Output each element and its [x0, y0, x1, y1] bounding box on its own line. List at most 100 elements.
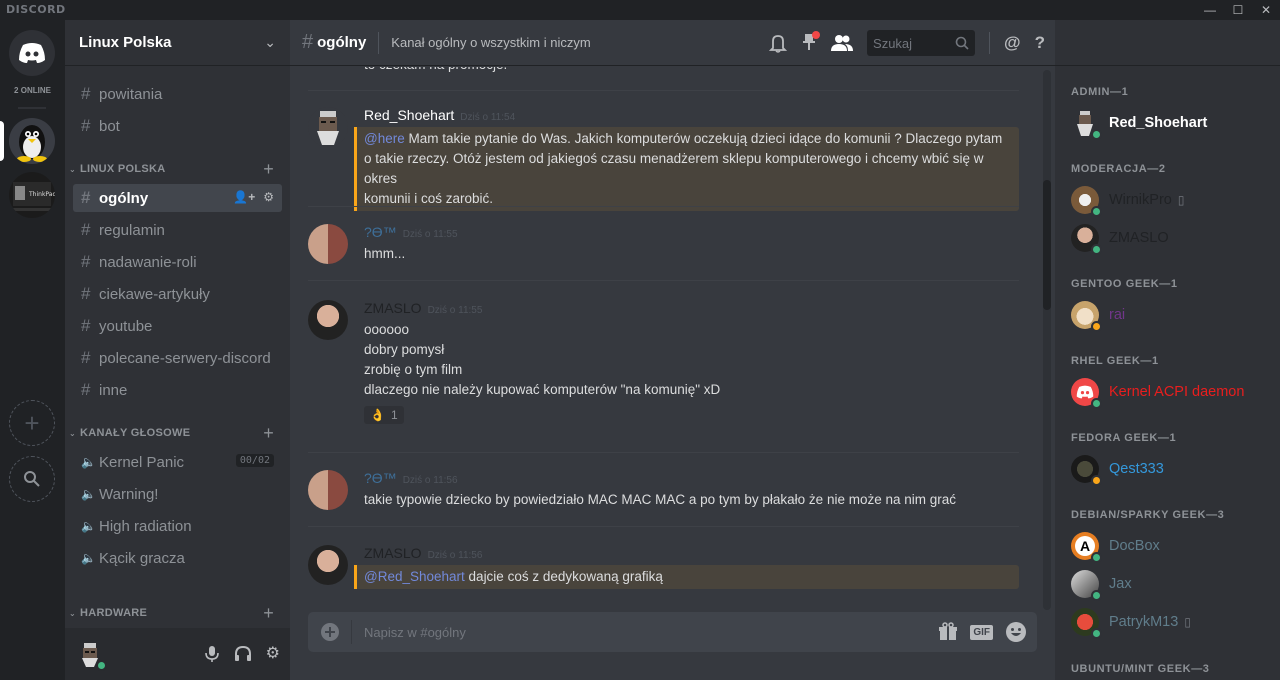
- add-server-button[interactable]: +: [9, 400, 55, 446]
- online-status-dot: [1091, 244, 1102, 255]
- mentions-icon[interactable]: @: [1004, 33, 1021, 53]
- help-icon[interactable]: ?: [1035, 33, 1045, 53]
- reaction-count: 1: [390, 408, 398, 422]
- guild-linux-polska[interactable]: [9, 118, 55, 164]
- voice-channel-kacik-gracza[interactable]: 🔈 Kącik gracza: [73, 544, 282, 572]
- gif-icon[interactable]: GIF: [970, 624, 993, 640]
- member-avatar: A: [1071, 532, 1102, 563]
- mention-user[interactable]: @Red_Shoehart: [364, 569, 465, 584]
- channel-ciekawe-artykuly[interactable]: # ciekawe-artykuły: [73, 280, 282, 308]
- member-name: DocBox: [1109, 538, 1160, 554]
- mention-here[interactable]: @here: [364, 131, 405, 146]
- channel-label: Kernel Panic: [99, 453, 185, 471]
- role-group-header: FEDORA GEEK—1: [1071, 432, 1177, 444]
- message-text: o takie rzeczy. Otóż jestem od jakiegoś …: [364, 151, 984, 186]
- search-input[interactable]: Szukaj: [867, 30, 976, 56]
- invite-member-icon[interactable]: 👤+: [233, 190, 255, 204]
- channel-label: High radiation: [99, 517, 192, 535]
- member-avatar: [1071, 224, 1102, 255]
- category-hardware[interactable]: ⌄ HARDWARE +: [69, 602, 282, 624]
- member-item[interactable]: Qest333: [1071, 452, 1164, 486]
- category-kanaly-glosowe[interactable]: ⌄ KANAŁY GŁOSOWE +: [69, 422, 282, 444]
- home-button[interactable]: [9, 30, 55, 76]
- message: ?ϴ™ Dziś o 11:55 hmm...: [308, 224, 1019, 264]
- timestamp: Dziś o 11:55: [427, 305, 483, 316]
- cat-avatar-icon: [308, 107, 348, 147]
- author-name[interactable]: ?ϴ™: [364, 470, 397, 486]
- mobile-phone-icon: ▯: [1184, 615, 1191, 629]
- author-avatar[interactable]: [308, 224, 348, 264]
- author-name[interactable]: Red_Shoehart: [364, 107, 454, 123]
- member-item[interactable]: Red_Shoehart: [1071, 106, 1207, 140]
- scrollbar-track[interactable]: [1043, 70, 1051, 610]
- member-item[interactable]: rai: [1071, 298, 1125, 332]
- member-item[interactable]: WirnikPro ▯: [1071, 183, 1184, 217]
- mention-highlight: @Red_Shoehart dajcie coś z dedykowaną gr…: [354, 565, 1019, 589]
- channel-youtube[interactable]: # youtube: [73, 312, 282, 340]
- channel-bot[interactable]: # bot: [73, 112, 282, 140]
- member-name: rai: [1109, 307, 1126, 323]
- member-item[interactable]: Kernel ACPI daemon: [1071, 375, 1244, 409]
- create-voice-channel-button[interactable]: +: [263, 423, 274, 444]
- channel-nadawanie-roli[interactable]: # nadawanie-roli: [73, 248, 282, 276]
- member-item[interactable]: Jax: [1071, 567, 1132, 601]
- author-avatar[interactable]: [308, 300, 348, 340]
- channel-regulamin[interactable]: # regulamin: [73, 216, 282, 244]
- close-button[interactable]: ✕: [1252, 0, 1280, 20]
- channel-title: ogólny: [317, 34, 367, 51]
- channel-powitania[interactable]: # powitania: [73, 80, 282, 108]
- chevron-down-icon[interactable]: ⌄: [264, 34, 276, 51]
- member-item[interactable]: ZMASLO: [1071, 221, 1169, 255]
- divider: [18, 107, 46, 109]
- message-text: Mam takie pytanie do Was. Jakich kompute…: [408, 131, 1003, 146]
- message-input[interactable]: [352, 624, 939, 640]
- voice-channel-kernel-panic[interactable]: 🔈 Kernel Panic 00/02: [73, 448, 282, 476]
- channel-ogolny[interactable]: # ogólny 👤+ ⚙: [73, 184, 282, 212]
- guild-thinkpad[interactable]: ThinkPad: [9, 172, 55, 218]
- notification-bell-icon[interactable]: [769, 33, 788, 53]
- create-channel-button[interactable]: +: [263, 159, 274, 180]
- author-name[interactable]: ZMASLO: [364, 545, 422, 561]
- message-text: to czekam na promocje.: [364, 67, 1019, 75]
- member-list-icon[interactable]: [831, 34, 854, 52]
- category-linux-polska[interactable]: ⌄ LINUX POLSKA +: [69, 158, 282, 180]
- author-avatar[interactable]: [308, 107, 348, 147]
- server-name: Linux Polska: [79, 34, 172, 51]
- online-status-dot: [1091, 206, 1102, 217]
- reaction-ok-hand[interactable]: 👌 1: [364, 406, 404, 424]
- create-channel-button[interactable]: +: [263, 603, 274, 624]
- scrollbar-thumb[interactable]: [1043, 180, 1051, 310]
- channel-inne[interactable]: # inne: [73, 376, 282, 404]
- maximize-button[interactable]: ☐: [1224, 0, 1252, 20]
- microphone-icon[interactable]: [204, 645, 220, 663]
- upload-button[interactable]: [308, 620, 352, 644]
- timestamp: Dziś o 11:55: [402, 229, 458, 240]
- discover-servers-button[interactable]: [9, 456, 55, 502]
- author-avatar[interactable]: [308, 470, 348, 510]
- emoji-picker-icon[interactable]: [1005, 621, 1027, 643]
- channel-label: regulamin: [99, 221, 165, 239]
- minimize-button[interactable]: —: [1196, 0, 1224, 20]
- channel-polecane-serwery-discord[interactable]: # polecane-serwery-discord: [73, 344, 282, 372]
- channel-list: # powitania # bot ⌄ LINUX POLSKA + # ogólny 👤…: [69, 80, 282, 628]
- member-item[interactable]: A DocBox: [1071, 529, 1160, 563]
- channel-label: bot: [99, 117, 120, 135]
- user-avatar[interactable]: [75, 639, 107, 671]
- voice-channel-high-radiation[interactable]: 🔈 High radiation: [73, 512, 282, 540]
- pinned-messages-button[interactable]: [801, 30, 821, 56]
- online-count: 2 ONLINE: [14, 86, 51, 95]
- message: Red_Shoehart Dziś o 11:54 @here Mam takie…: [308, 107, 1019, 211]
- gift-icon[interactable]: [938, 622, 958, 642]
- author-name[interactable]: ?ϴ™: [364, 224, 397, 240]
- hash-icon: #: [302, 31, 314, 53]
- category-label: HARDWARE: [80, 607, 148, 619]
- channel-settings-icon[interactable]: ⚙: [263, 190, 274, 204]
- voice-channel-warning[interactable]: 🔈 Warning!: [73, 480, 282, 508]
- author-avatar[interactable]: [308, 545, 348, 585]
- server-header[interactable]: Linux Polska ⌄: [65, 20, 290, 66]
- search-icon: [955, 36, 969, 50]
- headphones-icon[interactable]: [234, 645, 252, 663]
- member-item[interactable]: PatrykM13 ▯: [1071, 605, 1191, 639]
- author-name[interactable]: ZMASLO: [364, 300, 422, 316]
- settings-gear-icon[interactable]: ⚙: [266, 645, 280, 663]
